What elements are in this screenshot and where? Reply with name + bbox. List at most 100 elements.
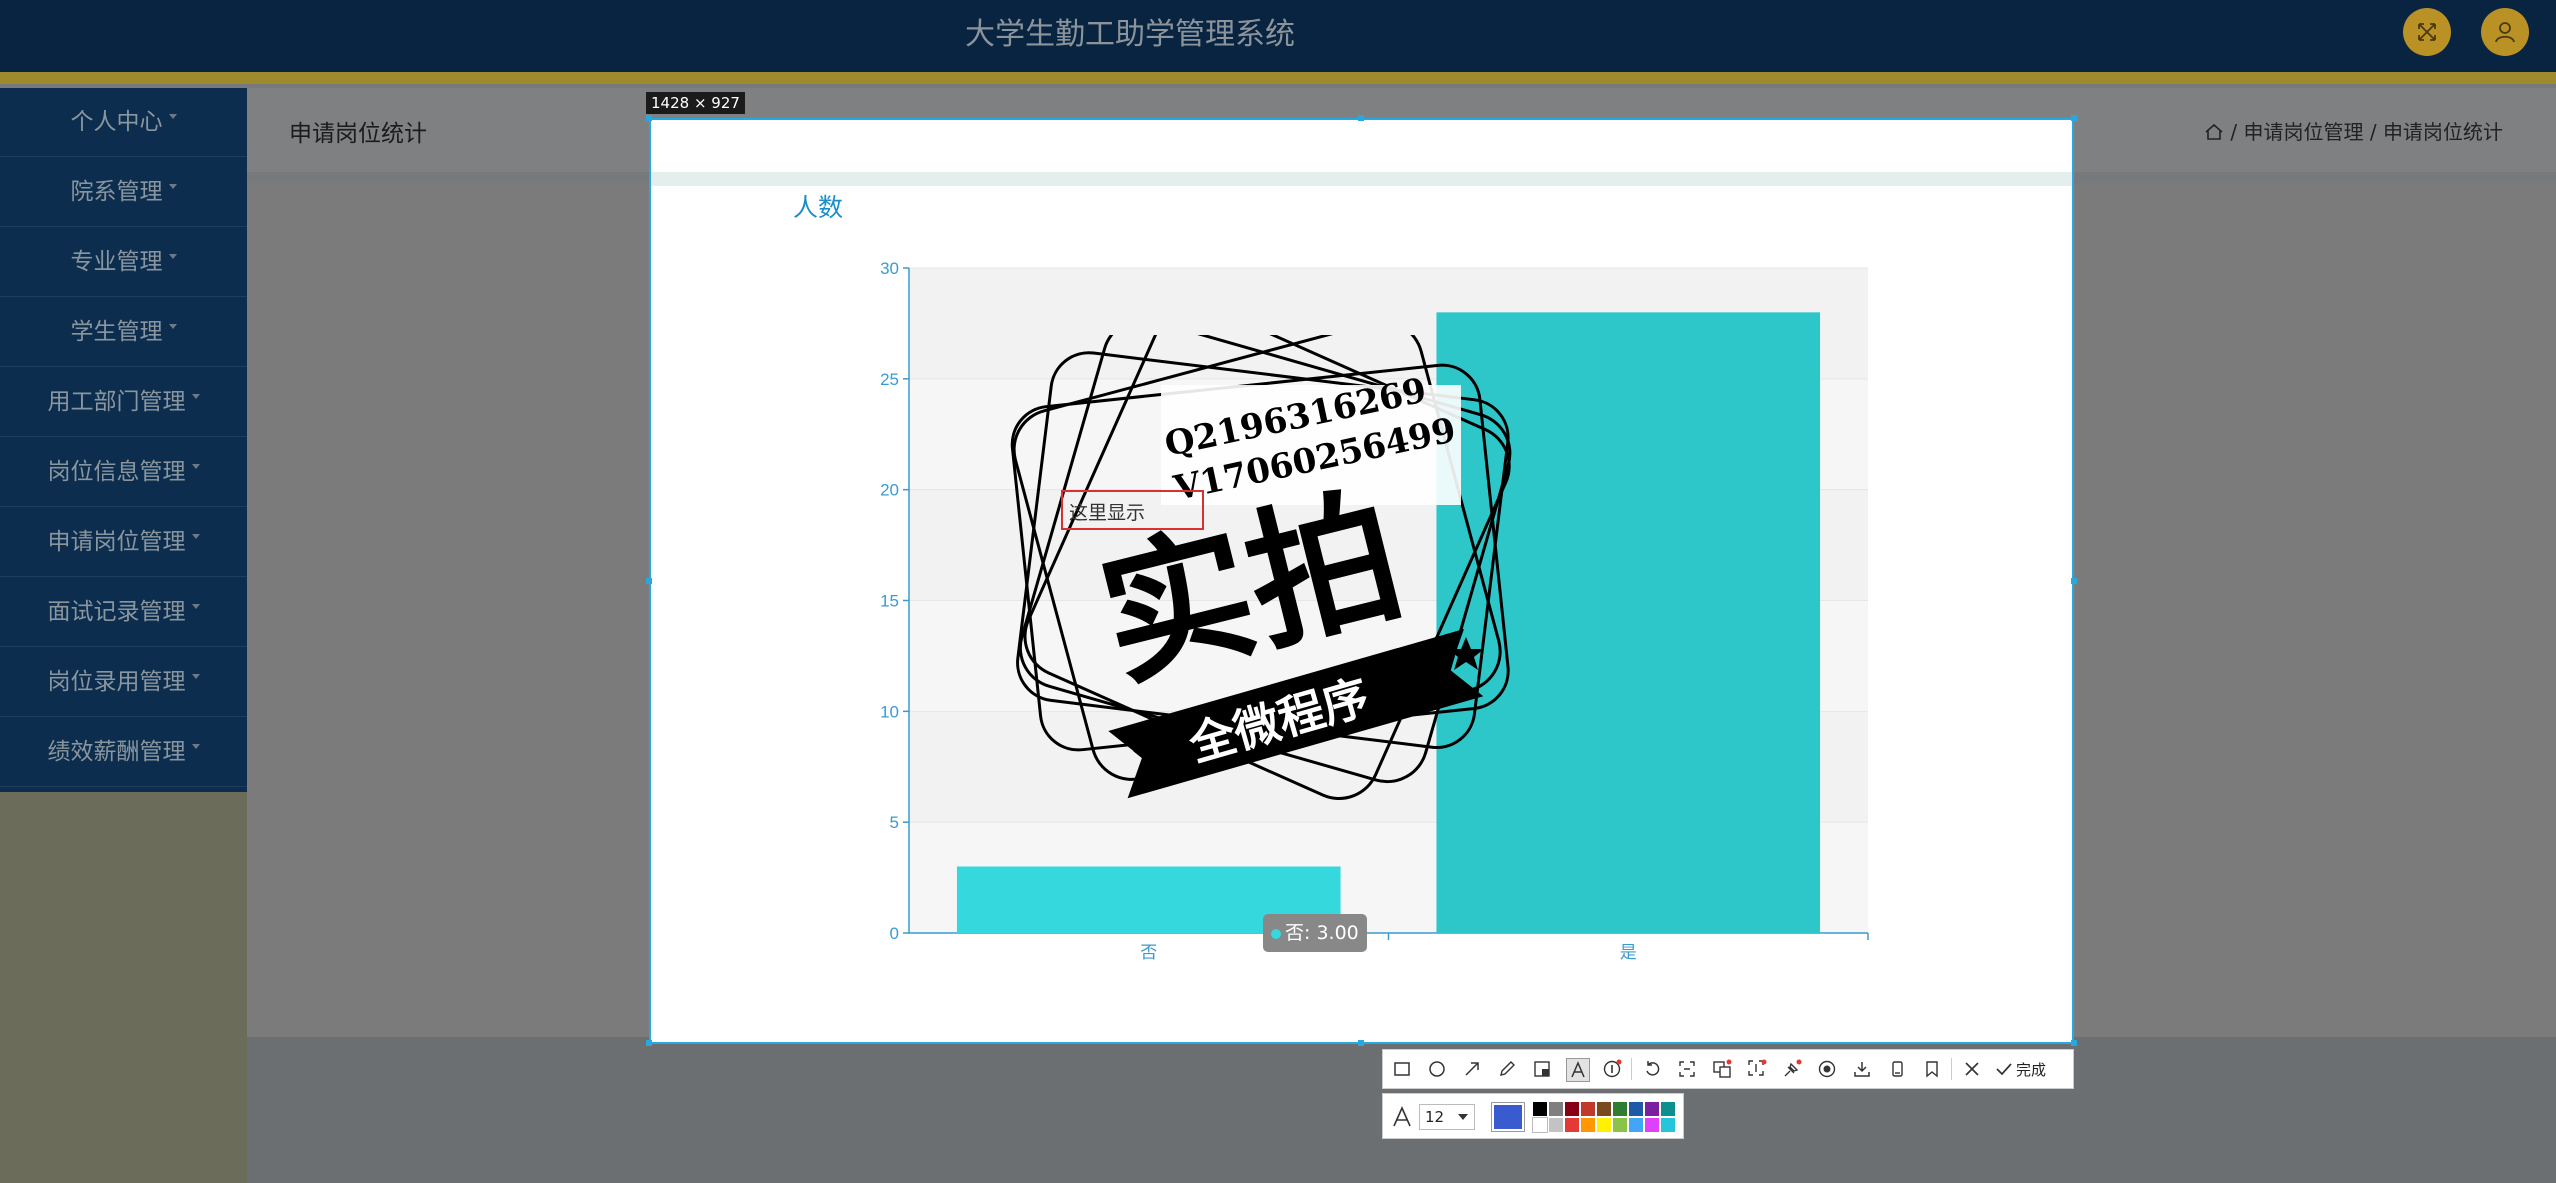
sidebar-item-label: 面试记录管理 bbox=[47, 599, 186, 625]
color-swatch[interactable] bbox=[1645, 1118, 1659, 1132]
undo-icon bbox=[1646, 1061, 1660, 1076]
color-swatch[interactable] bbox=[1613, 1102, 1627, 1116]
font-icon bbox=[1393, 1106, 1411, 1127]
resize-handle[interactable] bbox=[646, 1040, 652, 1046]
caret-down-icon bbox=[168, 114, 177, 119]
color-swatch[interactable] bbox=[1597, 1118, 1611, 1132]
ellipse-tool-button[interactable] bbox=[1426, 1058, 1448, 1080]
sidebar-footer-area bbox=[0, 792, 247, 1183]
color-swatch[interactable] bbox=[1661, 1118, 1675, 1132]
sidebar-item-label: 学生管理 bbox=[70, 319, 163, 345]
color-swatch[interactable] bbox=[1629, 1118, 1643, 1132]
number-tool-button[interactable] bbox=[1601, 1058, 1623, 1080]
current-color-swatch[interactable] bbox=[1491, 1102, 1525, 1132]
cancel-icon bbox=[1965, 1062, 1979, 1076]
color-swatch[interactable] bbox=[1549, 1118, 1563, 1132]
download-icon bbox=[1854, 1062, 1870, 1077]
resize-handle[interactable] bbox=[646, 115, 652, 121]
color-swatch[interactable] bbox=[1645, 1102, 1659, 1116]
color-swatch[interactable] bbox=[1549, 1102, 1563, 1116]
undo-button[interactable] bbox=[1641, 1058, 1663, 1080]
pin-icon bbox=[1784, 1059, 1802, 1077]
color-swatch[interactable] bbox=[1581, 1102, 1595, 1116]
done-label: 完成 bbox=[2016, 1060, 2047, 1079]
color-swatch[interactable] bbox=[1565, 1118, 1579, 1132]
resize-handle[interactable] bbox=[1358, 1040, 1364, 1046]
watermark-stamp: Q2196316269 V17060256499 实拍 全微程序 bbox=[1010, 335, 1512, 800]
color-swatch[interactable] bbox=[1613, 1118, 1627, 1132]
color-swatch[interactable] bbox=[1597, 1102, 1611, 1116]
caret-down-icon bbox=[191, 464, 200, 469]
chevron-down-icon bbox=[1458, 1114, 1468, 1120]
pin-button[interactable] bbox=[1781, 1058, 1803, 1080]
sidebar-item-job-info[interactable]: 岗位信息管理 bbox=[0, 438, 247, 507]
font-size-select[interactable]: 12 bbox=[1419, 1104, 1475, 1130]
resize-handle[interactable] bbox=[2071, 578, 2077, 584]
fullscreen-button[interactable] bbox=[2403, 8, 2451, 56]
header-accent-strip bbox=[0, 72, 2556, 84]
tooltip-text: 否: 3.00 bbox=[1285, 922, 1359, 944]
cancel-button[interactable] bbox=[1961, 1058, 1983, 1080]
text-annotation-placeholder: 这里显示 bbox=[1069, 502, 1146, 524]
y-tick-label: 25 bbox=[880, 370, 899, 389]
done-button[interactable]: 完成 bbox=[1995, 1058, 2046, 1080]
sidebar-item-hiring[interactable]: 岗位录用管理 bbox=[0, 648, 247, 717]
mosaic-tool-button[interactable] bbox=[1531, 1058, 1553, 1080]
sidebar-item-personal-center[interactable]: 个人中心 bbox=[0, 88, 247, 157]
caret-down-icon bbox=[191, 744, 200, 749]
long-screenshot-button[interactable] bbox=[1746, 1058, 1768, 1080]
y-tick-label: 0 bbox=[890, 924, 899, 943]
resize-handle[interactable] bbox=[646, 578, 652, 584]
resize-handle[interactable] bbox=[2071, 1040, 2077, 1046]
toolbar-divider bbox=[1951, 1058, 1952, 1080]
sidebar-item-majors[interactable]: 专业管理 bbox=[0, 228, 247, 297]
color-swatch[interactable] bbox=[1532, 1117, 1548, 1133]
save-button[interactable] bbox=[1921, 1058, 1943, 1080]
long-screenshot-icon bbox=[1748, 1059, 1767, 1076]
fullscreen-icon bbox=[2418, 23, 2436, 41]
pen-tool-button[interactable] bbox=[1496, 1058, 1518, 1080]
sidebar-item-students[interactable]: 学生管理 bbox=[0, 298, 247, 367]
user-button[interactable] bbox=[2481, 8, 2529, 56]
arrow-tool-button[interactable] bbox=[1461, 1058, 1483, 1080]
number-icon bbox=[1603, 1059, 1622, 1078]
save-icon bbox=[1926, 1061, 1938, 1078]
color-swatch[interactable] bbox=[1661, 1102, 1675, 1116]
caret-down-icon bbox=[168, 254, 177, 259]
rect-tool-button[interactable] bbox=[1391, 1058, 1413, 1080]
toolbar-divider bbox=[1631, 1058, 1632, 1080]
color-palette bbox=[1532, 1102, 1678, 1134]
ocr-button[interactable] bbox=[1676, 1058, 1698, 1080]
sidebar-item-employer-departments[interactable]: 用工部门管理 bbox=[0, 368, 247, 437]
y-tick-label: 30 bbox=[880, 259, 899, 278]
capture-region[interactable]: 人数 0 5 10 15 20 25 30 否是 Q2196316269 V170602564… bbox=[649, 118, 2074, 1044]
breadcrumb-item[interactable]: 申请岗位管理 bbox=[2243, 120, 2363, 144]
breadcrumb-separator: / bbox=[2369, 120, 2377, 144]
record-button[interactable] bbox=[1816, 1058, 1838, 1080]
home-icon[interactable] bbox=[2204, 123, 2224, 141]
sidebar: 个人中心 院系管理 专业管理 学生管理 用工部门管理 岗位信息管理 申请岗位管理… bbox=[0, 88, 247, 792]
arrow-icon bbox=[1465, 1062, 1479, 1076]
color-swatch[interactable] bbox=[1533, 1102, 1547, 1116]
resize-handle[interactable] bbox=[1358, 115, 1364, 121]
caret-down-icon bbox=[191, 534, 200, 539]
ellipse-icon bbox=[1429, 1061, 1445, 1077]
copy-button[interactable] bbox=[1886, 1058, 1908, 1080]
rect-icon bbox=[1394, 1062, 1410, 1076]
sidebar-item-interview-records[interactable]: 面试记录管理 bbox=[0, 578, 247, 647]
color-swatch[interactable] bbox=[1629, 1102, 1643, 1116]
color-swatch[interactable] bbox=[1581, 1118, 1595, 1132]
text-tool-button[interactable] bbox=[1566, 1058, 1590, 1082]
sidebar-item-label: 专业管理 bbox=[70, 249, 163, 275]
y-tick-label: 15 bbox=[880, 592, 899, 611]
tooltip-marker bbox=[1271, 929, 1281, 939]
resize-handle[interactable] bbox=[2071, 115, 2077, 121]
sidebar-item-performance-salary[interactable]: 绩效薪酬管理 bbox=[0, 718, 247, 787]
page-title: 申请岗位统计 bbox=[289, 121, 427, 147]
sidebar-item-job-applications[interactable]: 申请岗位管理 bbox=[0, 508, 247, 577]
download-button[interactable] bbox=[1851, 1058, 1873, 1080]
color-swatch[interactable] bbox=[1565, 1102, 1579, 1116]
sidebar-item-departments[interactable]: 院系管理 bbox=[0, 158, 247, 227]
text-annotation-box[interactable]: 这里显示 bbox=[1061, 490, 1204, 530]
translate-button[interactable] bbox=[1711, 1058, 1733, 1080]
